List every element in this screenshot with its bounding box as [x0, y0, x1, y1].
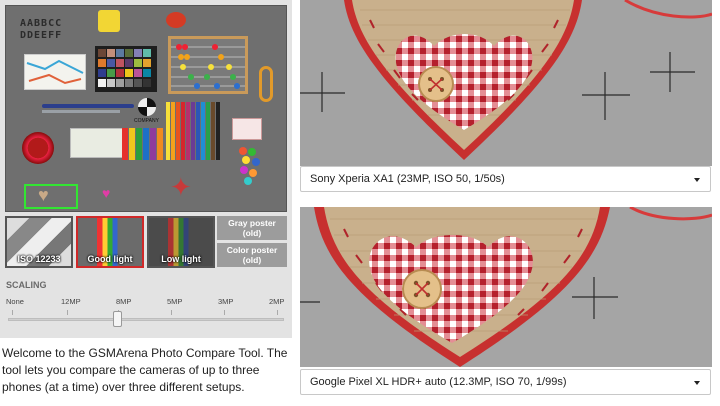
poster-target-label: COMPANY	[134, 118, 159, 124]
thumb-label: Low light	[161, 254, 201, 264]
poster-star-ornament: ✦	[170, 172, 192, 202]
scale-tick	[224, 310, 225, 315]
scale-label-12mp: 12MP	[61, 297, 81, 306]
poster-abacus	[168, 36, 248, 94]
button-label-line2: (old)	[242, 228, 262, 238]
button-label-line1: Color poster	[226, 245, 278, 255]
scaling-labels: None 12MP 8MP 5MP 3MP 2MP	[6, 297, 286, 307]
scale-label-5mp: 5MP	[167, 297, 183, 306]
phone-select-2[interactable]: Google Pixel XL HDR+ auto (12.3MP, ISO 7…	[300, 369, 711, 395]
thumb-label: ISO 12233	[17, 254, 61, 264]
poster-letters-bottom: DDEEFF	[20, 30, 63, 41]
scale-label-8mp: 8MP	[116, 297, 132, 306]
poster-pen	[42, 104, 134, 108]
scaling-slider-handle[interactable]	[113, 311, 122, 327]
phone-select-1[interactable]: Sony Xperia XA1 (23MP, ISO 50, 1/50s)	[300, 166, 711, 192]
setup-selector: ISO 12233 Good light Low light Gray post…	[5, 216, 287, 268]
poster-color-checker	[95, 46, 157, 92]
thumb-label: Good light	[87, 254, 133, 264]
photo-1-image	[300, 0, 712, 166]
chevron-down-icon	[694, 381, 700, 385]
scaling-title: SCALING	[6, 280, 47, 290]
photo-2-image	[300, 207, 712, 367]
left-panel: AABBCC DDEEFF COMPANY ✦ ♥ ♥ ISO 12233 Go…	[0, 0, 292, 406]
scale-label-3mp: 3MP	[218, 297, 234, 306]
scale-label-2mp: 2MP	[269, 297, 285, 306]
poster-banknote	[70, 128, 126, 158]
compare-photo-2[interactable]	[300, 207, 712, 367]
poster-beads	[238, 146, 262, 186]
scale-tick	[67, 310, 68, 315]
chevron-down-icon	[694, 178, 700, 182]
phone-select-2-value: Google Pixel XL HDR+ auto (12.3MP, ISO 7…	[310, 376, 567, 388]
compare-photo-1[interactable]	[300, 0, 712, 166]
test-poster-overview[interactable]: AABBCC DDEEFF COMPANY ✦ ♥ ♥	[5, 5, 287, 212]
poster-map-card	[24, 54, 86, 90]
scale-tick	[12, 310, 13, 315]
thumb-low-light[interactable]: Low light	[147, 216, 215, 268]
crop-selection-box[interactable]	[24, 184, 78, 209]
poster-letters-top: AABBCC	[20, 18, 63, 29]
poster-target	[138, 98, 156, 116]
poster-keychain	[259, 66, 273, 102]
poster-pencils	[166, 102, 222, 160]
poster-figurine	[98, 10, 120, 32]
welcome-text: Welcome to the GSMArena Photo Compare To…	[2, 346, 288, 394]
poster-crayons	[122, 128, 164, 160]
poster-rosette	[22, 132, 54, 164]
poster-apple	[166, 12, 186, 28]
thumb-iso-12233[interactable]: ISO 12233	[5, 216, 73, 268]
button-label-line1: Gray poster	[228, 218, 276, 228]
scale-tick	[171, 310, 172, 315]
scaling-slider-track[interactable]	[8, 318, 284, 321]
scale-tick	[277, 310, 278, 315]
phone-select-1-value: Sony Xperia XA1 (23MP, ISO 50, 1/50s)	[310, 173, 505, 185]
button-label-line2: (old)	[242, 255, 262, 265]
thumb-good-light[interactable]: Good light	[76, 216, 144, 268]
scale-label-none: None	[6, 297, 24, 306]
photo-compare-tool: AABBCC DDEEFF COMPANY ✦ ♥ ♥ ISO 12233 Go…	[0, 0, 720, 406]
poster-pen-2	[42, 110, 120, 113]
gray-poster-old-button[interactable]: Gray poster (old)	[217, 216, 287, 240]
poster-pink-heart: ♥	[102, 185, 111, 201]
color-poster-old-button[interactable]: Color poster (old)	[217, 243, 287, 267]
poster-card	[232, 118, 262, 140]
